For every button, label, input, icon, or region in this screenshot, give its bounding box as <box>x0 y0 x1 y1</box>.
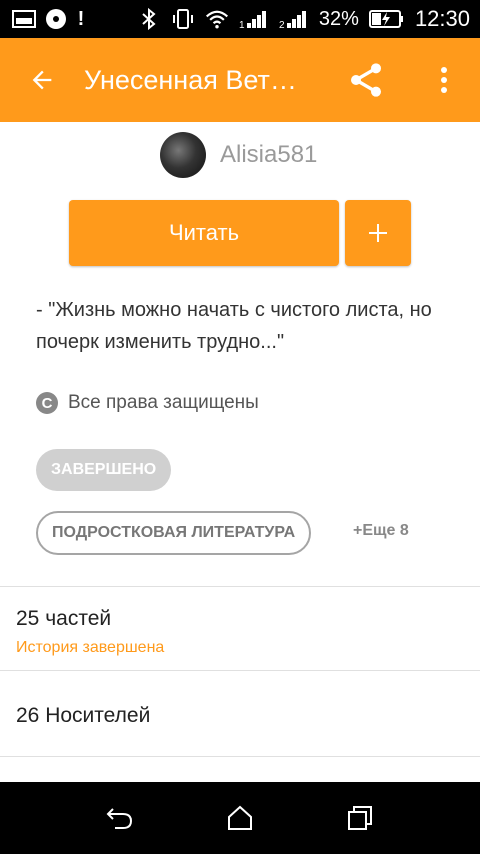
svg-text:2: 2 <box>279 20 285 29</box>
parts-count[interactable]: 25 частей <box>16 607 111 631</box>
more-tags-link[interactable]: +Еще 8 <box>353 522 409 540</box>
signal-1-icon: 1 <box>239 7 269 31</box>
status-bar: ! 1 2 32% 12:30 <box>0 0 480 38</box>
back-arrow-icon <box>32 70 52 90</box>
carriers-count[interactable]: 26 Носителей <box>16 704 150 728</box>
signal-2-icon: 2 <box>279 7 309 31</box>
author-name[interactable]: Alisia581 <box>220 141 317 169</box>
battery-percent: 32% <box>318 7 359 30</box>
more-options-button[interactable] <box>420 56 468 104</box>
bluetooth-icon <box>137 7 161 31</box>
image-icon <box>12 7 36 31</box>
copyright-icon: C <box>36 392 58 414</box>
add-to-library-button[interactable] <box>345 200 411 266</box>
author-link[interactable]: Alisia581 <box>160 132 317 178</box>
vibrate-icon <box>171 7 195 31</box>
back-button[interactable] <box>0 38 84 122</box>
plus-icon <box>369 224 387 242</box>
share-icon <box>351 63 381 97</box>
app-bar: Унесенная Вет… <box>0 38 480 122</box>
status-time: 12:30 <box>414 6 470 31</box>
nav-back-button[interactable] <box>98 798 142 838</box>
status-badge: ЗАВЕРШЕНО <box>36 449 172 491</box>
copyright-row: C Все права защищены <box>36 392 259 414</box>
svg-text:1: 1 <box>239 20 245 29</box>
home-icon <box>228 805 252 830</box>
divider <box>0 756 480 757</box>
story-status-text: История завершена <box>16 639 165 656</box>
battery-charging-icon <box>368 7 405 31</box>
nav-back-icon <box>106 808 133 829</box>
share-button[interactable] <box>342 56 390 104</box>
story-description: - "Жизнь можно начать с чистого листа, н… <box>36 299 432 353</box>
read-button[interactable]: Читать <box>69 200 339 266</box>
nav-recents-button[interactable] <box>338 798 382 838</box>
alert-icon: ! <box>77 7 85 30</box>
wifi-icon <box>205 7 229 31</box>
recents-icon <box>348 806 372 830</box>
divider <box>0 670 480 671</box>
tag-chip[interactable]: ПОДРОСТКОВАЯ ЛИТЕРАТУРА <box>36 511 312 555</box>
nav-home-button[interactable] <box>218 798 262 838</box>
system-nav-bar <box>0 782 480 854</box>
more-vert-icon <box>441 67 447 93</box>
avatar[interactable] <box>160 132 206 178</box>
copyright-text: Все права защищены <box>68 392 259 413</box>
divider <box>0 586 480 587</box>
story-title: Унесенная Вет… <box>84 64 297 95</box>
disc-icon <box>44 7 68 31</box>
